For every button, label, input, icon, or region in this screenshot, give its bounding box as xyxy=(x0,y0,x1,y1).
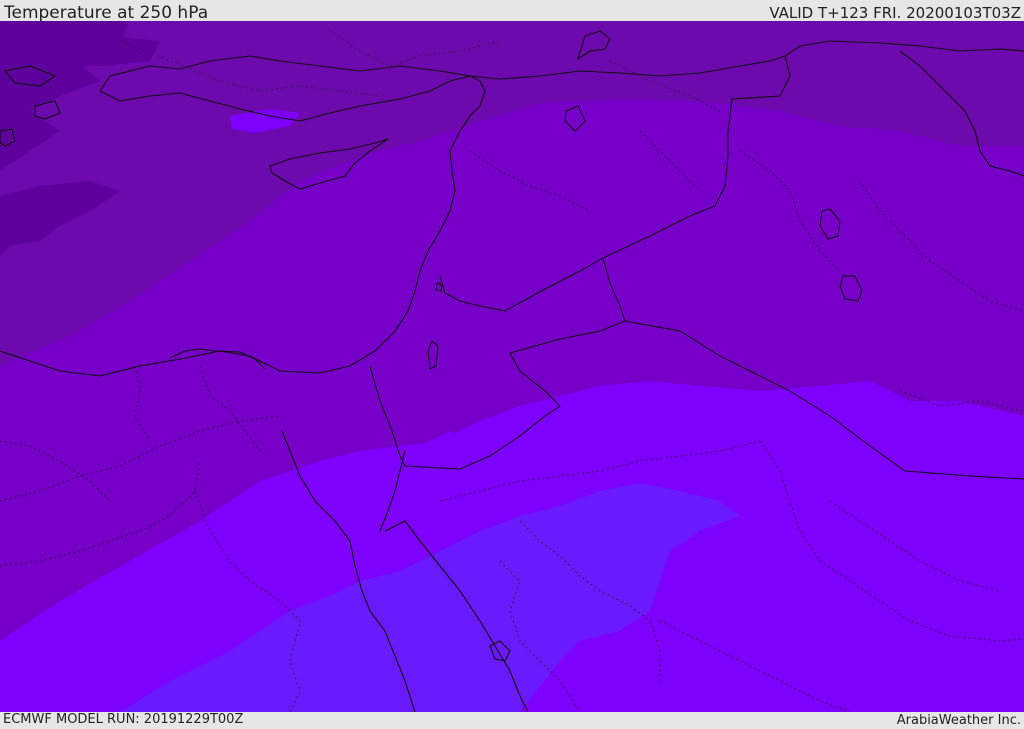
credit-text: ArabiaWeather Inc. xyxy=(896,713,1021,728)
header-bar: Temperature at 250 hPa VALID T+123 FRI. … xyxy=(0,0,1024,23)
model-run: ECMWF MODEL RUN: 20191229T00Z xyxy=(3,712,244,727)
footer-bar: ECMWF MODEL RUN: 20191229T00Z ArabiaWeat… xyxy=(0,712,1024,729)
valid-time: VALID T+123 FRI. 20200103T03Z xyxy=(769,4,1021,22)
weather-map[interactable] xyxy=(0,21,1024,712)
map-title: Temperature at 250 hPa xyxy=(4,3,209,23)
map-canvas xyxy=(0,21,1024,712)
